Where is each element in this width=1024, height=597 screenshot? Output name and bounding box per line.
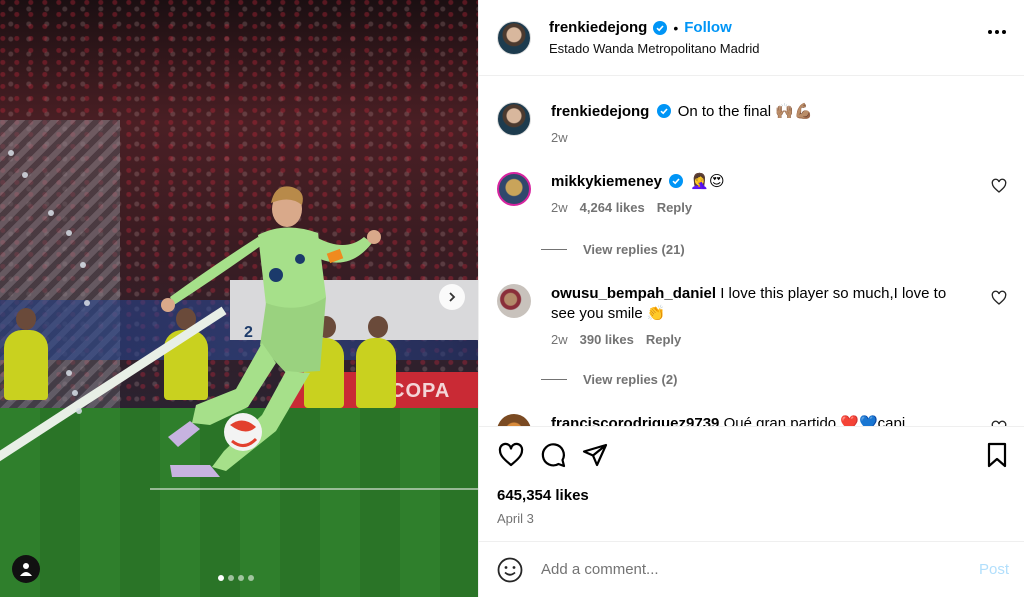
person-icon <box>20 563 32 576</box>
light-trail <box>0 150 90 420</box>
comment-time[interactable]: 2w <box>551 200 568 215</box>
post-side-panel: frenkiedejong • Follow Estado Wanda Metr… <box>478 0 1024 597</box>
post-actions: 645,354 likes April 3 <box>479 426 1024 542</box>
avatar[interactable] <box>497 284 531 318</box>
view-replies-button[interactable]: View replies (21) <box>541 242 685 257</box>
verified-badge-icon <box>656 104 671 118</box>
comment-username[interactable]: mikkykiemeney <box>551 173 662 190</box>
comment-time[interactable]: 2w <box>551 332 568 347</box>
more-dot <box>995 30 999 34</box>
comment-likes[interactable]: 390 likes <box>580 332 634 347</box>
emoji-icon[interactable] <box>497 557 523 583</box>
more-options-button[interactable] <box>988 30 1006 34</box>
post-media: COPA 2 <box>0 0 478 597</box>
comment-likes[interactable]: 4,264 likes <box>580 200 645 215</box>
caption-text: On to the final 🙌🏽💪🏽 <box>677 103 813 120</box>
comment-item: franciscorodriguez9739 Qué gran partido … <box>497 414 1007 426</box>
caption-time[interactable]: 2w <box>551 130 568 145</box>
author-username[interactable]: frenkiedejong <box>549 19 647 36</box>
verified-badge-icon <box>669 174 684 188</box>
slide-dot <box>228 575 234 581</box>
view-replies-label: View replies (21) <box>583 242 685 257</box>
comments-list[interactable]: frenkiedejong On to the final 🙌🏽💪🏽 2w mi… <box>479 76 1024 426</box>
comment-icon[interactable] <box>539 441 567 469</box>
post-location[interactable]: Estado Wanda Metropolitano Madrid <box>549 41 760 56</box>
post-likes[interactable]: 645,354 likes <box>497 487 589 504</box>
add-comment-bar: Post <box>479 542 1024 597</box>
caption: frenkiedejong On to the final 🙌🏽💪🏽 2w <box>497 102 1007 145</box>
caption-username[interactable]: frenkiedejong <box>551 103 649 120</box>
slide-dot <box>248 575 254 581</box>
comment-text: 🤦‍♀️😍 <box>690 173 725 190</box>
verified-badge-icon <box>653 20 668 35</box>
share-icon[interactable] <box>581 441 609 469</box>
follow-button[interactable]: Follow <box>684 19 732 36</box>
reply-button[interactable]: Reply <box>646 332 681 347</box>
slide-indicator <box>218 575 254 581</box>
comment-input[interactable] <box>541 561 979 578</box>
divider-line <box>541 249 567 250</box>
ad-board-text: COPA <box>390 380 451 402</box>
slide-dot <box>218 575 224 581</box>
avatar[interactable] <box>497 414 531 426</box>
tagged-users-button[interactable] <box>12 555 40 583</box>
player-figure: 2 <box>161 186 381 477</box>
like-comment-icon[interactable] <box>991 290 1007 306</box>
more-dot <box>1002 30 1006 34</box>
comment-username[interactable]: franciscorodriguez9739 <box>551 415 719 426</box>
post-date[interactable]: April 3 <box>497 511 534 526</box>
comment-text: Qué gran partido ❤️💙capi <box>723 415 906 426</box>
pitch-line <box>150 488 478 490</box>
separator-dot: • <box>673 19 679 36</box>
view-replies-label: View replies (2) <box>583 372 678 387</box>
avatar[interactable] <box>497 102 531 136</box>
more-dot <box>988 30 992 34</box>
slide-dot <box>238 575 244 581</box>
comment-username[interactable]: owusu_bempah_daniel <box>551 285 716 302</box>
chevron-right-icon <box>449 292 456 302</box>
next-slide-button[interactable] <box>439 284 465 310</box>
post-dialog: COPA 2 frenkiedejong • Follow Estado Wan… <box>0 0 1024 597</box>
like-icon[interactable] <box>497 441 525 469</box>
avatar[interactable] <box>497 20 531 55</box>
bookmark-icon[interactable] <box>983 441 1011 469</box>
comment-item: owusu_bempah_daniel I love this player s… <box>497 284 1007 347</box>
divider-line <box>541 379 567 380</box>
like-comment-icon[interactable] <box>991 178 1007 194</box>
svg-text:2: 2 <box>244 324 253 341</box>
avatar[interactable] <box>497 172 531 206</box>
view-replies-button[interactable]: View replies (2) <box>541 372 677 387</box>
comment-item: mikkykiemeney 🤦‍♀️😍 2w 4,264 likes Reply <box>497 172 1007 215</box>
reply-button[interactable]: Reply <box>657 200 692 215</box>
post-comment-button[interactable]: Post <box>979 561 1009 578</box>
post-header: frenkiedejong • Follow Estado Wanda Metr… <box>479 0 1024 76</box>
